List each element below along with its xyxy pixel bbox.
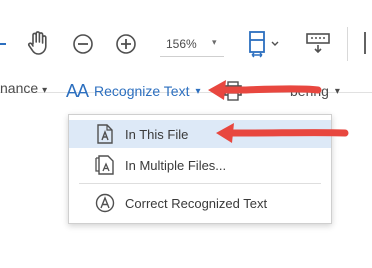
menu-item-in-this-file[interactable]: In This File	[69, 120, 331, 148]
chevron-down-icon: ▾	[42, 85, 48, 96]
zoom-level-dropdown[interactable]: 156% ▾	[160, 35, 224, 57]
hand-tool-icon[interactable]	[26, 30, 50, 56]
keyboard-icon[interactable]	[306, 32, 330, 54]
toolbar-divider	[347, 27, 348, 61]
menu-item-label: In Multiple Files...	[125, 157, 227, 173]
printer-icon[interactable]	[222, 80, 244, 102]
chevron-down-icon: ▾	[195, 85, 201, 97]
menu-right-label: bering	[290, 83, 329, 99]
page-text-icon	[94, 123, 116, 145]
chevron-down-icon: ▾	[212, 37, 217, 47]
previous-arrow-icon[interactable]	[0, 36, 8, 52]
zoom-underline	[160, 56, 224, 57]
menu-right-partial[interactable]: bering ▾	[290, 80, 340, 102]
multi-page-text-icon	[94, 154, 116, 176]
fit-page-icon[interactable]	[248, 30, 282, 58]
recognize-text-dropdown: In This File In Multiple Files... Correc…	[68, 114, 332, 224]
zoom-out-icon[interactable]	[72, 33, 94, 55]
menu-left-label: nance	[0, 80, 39, 96]
menu-item-label: Correct Recognized Text	[125, 195, 268, 211]
chevron-down-icon: ▾	[334, 85, 340, 97]
menu-item-label: In This File	[125, 126, 189, 142]
zoom-in-icon[interactable]	[115, 33, 137, 55]
recognize-text-icon: AA	[66, 80, 89, 101]
partial-tool-icon[interactable]	[362, 30, 372, 56]
correct-text-icon	[94, 192, 116, 214]
recognize-text-menu[interactable]: AA Recognize Text ▾	[66, 80, 201, 102]
menu-left-partial[interactable]: nance ▾	[0, 80, 47, 102]
zoom-value: 156%	[166, 37, 197, 51]
recognize-text-label: Recognize Text	[94, 83, 190, 99]
menu-item-correct-recognized-text[interactable]: Correct Recognized Text	[69, 189, 331, 217]
menu-separator	[79, 183, 321, 184]
menu-item-in-multiple-files[interactable]: In Multiple Files...	[69, 151, 331, 179]
